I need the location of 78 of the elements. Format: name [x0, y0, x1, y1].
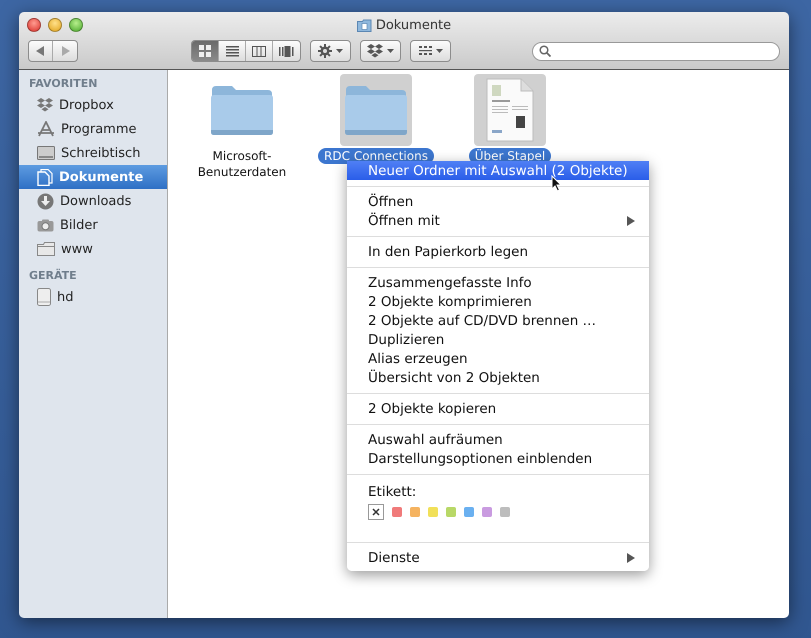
- sidebar-item-label: Downloads: [60, 194, 132, 208]
- no-label-button[interactable]: [368, 504, 384, 520]
- sidebar-item[interactable]: Downloads: [19, 189, 167, 213]
- sidebar-item-label: Dropbox: [59, 98, 114, 112]
- label-color-swatch[interactable]: [482, 507, 492, 517]
- menu-item[interactable]: 2 Objekte kopieren: [347, 399, 649, 418]
- document-icon: [37, 168, 53, 186]
- sidebar-item-label: Programme: [61, 122, 137, 136]
- menu-item[interactable]: Auswahl aufräumen: [347, 430, 649, 449]
- sidebar-item-label: Dokumente: [59, 170, 144, 184]
- caret-icon: [387, 49, 394, 53]
- label-color-swatch[interactable]: [392, 507, 402, 517]
- label-color-swatch[interactable]: [464, 507, 474, 517]
- sidebar-item[interactable]: Bilder: [19, 213, 167, 237]
- grid-icon: [199, 45, 211, 57]
- menu-item[interactable]: Öffnen mit: [347, 211, 649, 230]
- close-button[interactable]: [27, 18, 41, 32]
- file-name[interactable]: Microsoft-Benutzerdaten: [192, 148, 292, 180]
- camera-icon: [37, 218, 54, 232]
- sidebar-item[interactable]: Dropbox: [19, 93, 167, 117]
- menu-item[interactable]: Alias erzeugen: [347, 349, 649, 368]
- submenu-arrow-icon: [627, 552, 635, 562]
- sidebar-item[interactable]: Dokumente: [19, 165, 167, 189]
- sidebar-item[interactable]: hd: [19, 285, 167, 309]
- folder-icon: [37, 242, 55, 256]
- columns-icon: [252, 46, 266, 56]
- menu-item[interactable]: Übersicht von 2 Objekten: [347, 368, 649, 387]
- caret-icon: [336, 49, 343, 53]
- search-field[interactable]: [532, 42, 780, 60]
- download-icon: [37, 192, 54, 210]
- coverflow-icon: [278, 46, 294, 56]
- window-title: Dokumente: [376, 18, 452, 33]
- sidebar-item-label: hd: [57, 290, 74, 304]
- cross-icon: [372, 508, 380, 516]
- label-color-swatch[interactable]: [500, 507, 510, 517]
- dropbox-menu-button[interactable]: [360, 40, 401, 62]
- menu-item[interactable]: Dienste: [347, 548, 649, 567]
- sidebar-item-label: Schreibtisch: [61, 146, 140, 160]
- dropbox-icon: [37, 98, 53, 112]
- arrange-icon: [418, 46, 432, 56]
- menu-item[interactable]: Duplizieren: [347, 330, 649, 349]
- action-menu-button[interactable]: [310, 40, 351, 62]
- arrange-menu-button[interactable]: [410, 40, 451, 62]
- sidebar-item[interactable]: Programme: [19, 117, 167, 141]
- sidebar-item[interactable]: www: [19, 237, 167, 261]
- zoom-button[interactable]: [69, 18, 83, 32]
- menu-item[interactable]: Neuer Ordner mit Auswahl (2 Objekte): [347, 161, 649, 180]
- search-icon: [539, 45, 551, 57]
- icons-view-button[interactable]: [192, 41, 219, 61]
- menu-item[interactable]: Öffnen: [347, 192, 649, 211]
- label-color-swatch[interactable]: [446, 507, 456, 517]
- label-color-swatch[interactable]: [410, 507, 420, 517]
- sidebar-heading: GERÄTE: [28, 268, 78, 284]
- forward-arrow-icon: [60, 46, 70, 56]
- dropbox-icon: [367, 44, 383, 58]
- mouse-pointer-icon: [551, 175, 562, 192]
- menu-item[interactable]: 2 Objekte komprimieren: [347, 292, 649, 311]
- sidebar-heading: FAVORITEN: [28, 76, 98, 92]
- label-heading: Etikett:: [368, 484, 418, 500]
- sidebar-item[interactable]: Schreibtisch: [19, 141, 167, 165]
- document-thumbnail-icon[interactable]: [485, 78, 535, 142]
- folder-icon: [356, 19, 372, 32]
- list-icon: [226, 46, 238, 56]
- apps-icon: [37, 121, 55, 137]
- menu-item[interactable]: In den Papierkorb legen: [347, 242, 649, 261]
- folder-icon[interactable]: [210, 84, 274, 136]
- sidebar-item-label: www: [61, 242, 93, 256]
- back-arrow-icon: [36, 46, 45, 56]
- sidebar-item-label: Bilder: [60, 218, 98, 232]
- submenu-arrow-icon: [627, 216, 635, 226]
- menu-item[interactable]: 2 Objekte auf CD/DVD brennen …: [347, 311, 649, 330]
- menu-item[interactable]: Darstellungsoptionen einblenden: [347, 449, 649, 468]
- label-color-swatch[interactable]: [428, 507, 438, 517]
- gear-icon: [318, 44, 332, 58]
- minimize-button[interactable]: [48, 18, 62, 32]
- desktop-icon: [37, 146, 55, 160]
- menu-item[interactable]: Zusammengefasste Info: [347, 273, 649, 292]
- caret-icon: [436, 49, 442, 53]
